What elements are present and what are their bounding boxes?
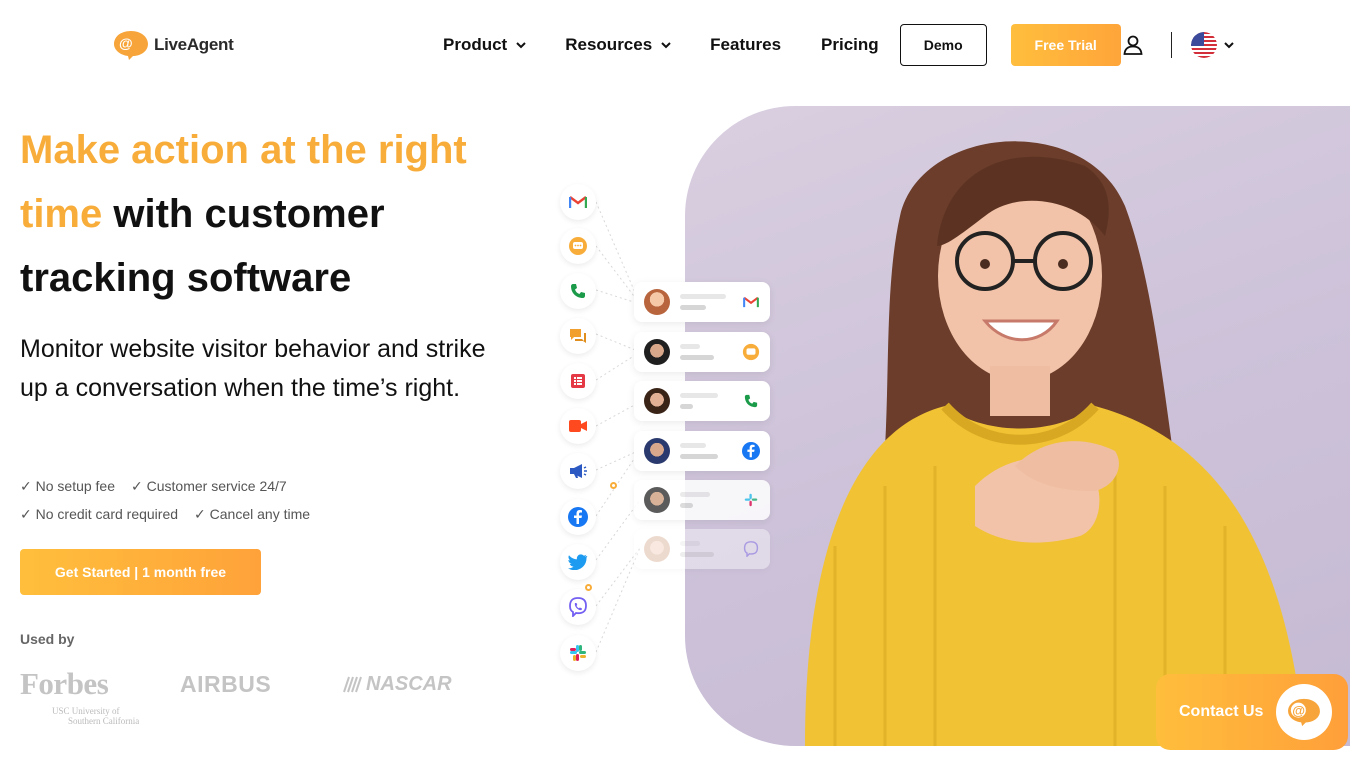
conversation-card xyxy=(634,480,770,520)
check-item: ✓ Customer service 24/7 xyxy=(131,477,287,494)
nav-resources[interactable]: Resources xyxy=(565,35,672,55)
megaphone-icon xyxy=(560,453,596,489)
headline-text: with customer xyxy=(102,192,385,236)
used-by-label: Used by xyxy=(20,631,75,647)
slack-icon xyxy=(560,635,596,671)
facebook-icon xyxy=(560,499,596,535)
chevron-down-icon xyxy=(1224,42,1234,49)
avatar xyxy=(644,438,670,464)
get-started-button[interactable]: Get Started | 1 month free xyxy=(20,549,261,595)
main-nav: Product Resources Features Pricing Demo … xyxy=(443,24,1121,66)
forbes-logo: Forbes xyxy=(20,666,109,701)
us-flag-icon xyxy=(1191,32,1217,58)
facebook-icon xyxy=(742,442,760,460)
chevron-down-icon xyxy=(516,42,526,49)
nav-features[interactable]: Features xyxy=(710,35,781,55)
usc-logo-line2: Southern California xyxy=(68,716,140,726)
chevron-down-icon xyxy=(661,42,671,49)
conversation-card xyxy=(634,332,770,372)
hero-subtitle: Monitor website visitor behavior and str… xyxy=(20,335,486,402)
header-divider xyxy=(1171,32,1172,58)
viber-icon xyxy=(742,540,760,558)
chat-bubble-icon: @ xyxy=(1276,684,1332,740)
video-icon xyxy=(560,408,596,444)
site-header: @ LiveAgent Product Resources Features P… xyxy=(0,0,1366,90)
avatar xyxy=(644,536,670,562)
chat-icon xyxy=(742,343,760,361)
phone-icon xyxy=(742,392,760,410)
conversation-card xyxy=(634,431,770,471)
user-icon[interactable] xyxy=(1122,34,1144,56)
chat-icon xyxy=(560,228,596,264)
liveagent-logo-icon: @ xyxy=(114,31,148,60)
viber-icon xyxy=(560,589,596,625)
gmail-icon xyxy=(742,293,760,311)
liveagent-logo[interactable]: @ LiveAgent xyxy=(112,29,234,61)
usc-logo: USC University of Southern California xyxy=(52,706,152,726)
avatar xyxy=(644,388,670,414)
usc-logo-line1: USC University of xyxy=(52,706,120,716)
headline-highlight-2: time xyxy=(20,192,103,236)
nascar-logo-text: NASCAR xyxy=(366,673,452,695)
decor-dot xyxy=(610,482,617,489)
contact-us-label: Contact Us xyxy=(1179,703,1264,720)
messages-icon xyxy=(560,318,596,354)
airbus-logo: AIRBUS xyxy=(180,671,272,697)
conversation-card xyxy=(634,529,770,569)
logo-text: LiveAgent xyxy=(154,35,234,54)
avatar xyxy=(644,487,670,513)
form-icon xyxy=(560,363,596,399)
twitter-icon xyxy=(560,544,596,580)
contact-us-widget[interactable]: Contact Us @ xyxy=(1156,674,1348,750)
svg-text:@: @ xyxy=(1292,703,1305,718)
slack-icon xyxy=(742,491,760,509)
free-trial-button[interactable]: Free Trial xyxy=(1010,24,1121,66)
conversation-card xyxy=(634,381,770,421)
check-item: ✓ No credit card required xyxy=(20,505,179,522)
check-item: ✓ Cancel any time xyxy=(194,505,311,522)
benefit-checks: ✓ No setup fee ✓ Customer service 24/7 ✓… xyxy=(20,472,310,528)
woman-portrait-illustration xyxy=(805,141,1305,746)
check-item: ✓ No setup fee xyxy=(20,477,116,494)
nav-product[interactable]: Product xyxy=(443,35,527,55)
phone-icon xyxy=(560,273,596,309)
headline-highlight: Make action at the right xyxy=(20,128,467,172)
svg-text:@: @ xyxy=(119,35,133,51)
nav-resources-label: Resources xyxy=(565,35,653,54)
hero-headline: Make action at the right time with custo… xyxy=(20,118,520,310)
nav-pricing[interactable]: Pricing xyxy=(821,35,879,55)
language-selector[interactable] xyxy=(1191,32,1235,58)
decor-dot xyxy=(585,584,592,591)
demo-button[interactable]: Demo xyxy=(899,24,987,66)
avatar xyxy=(644,289,670,315)
nav-product-label: Product xyxy=(443,35,508,54)
hero-photo xyxy=(685,106,1350,746)
headline-text-2: tracking software xyxy=(20,256,352,300)
gmail-icon xyxy=(560,184,596,220)
avatar xyxy=(644,339,670,365)
conversation-card xyxy=(634,282,770,322)
